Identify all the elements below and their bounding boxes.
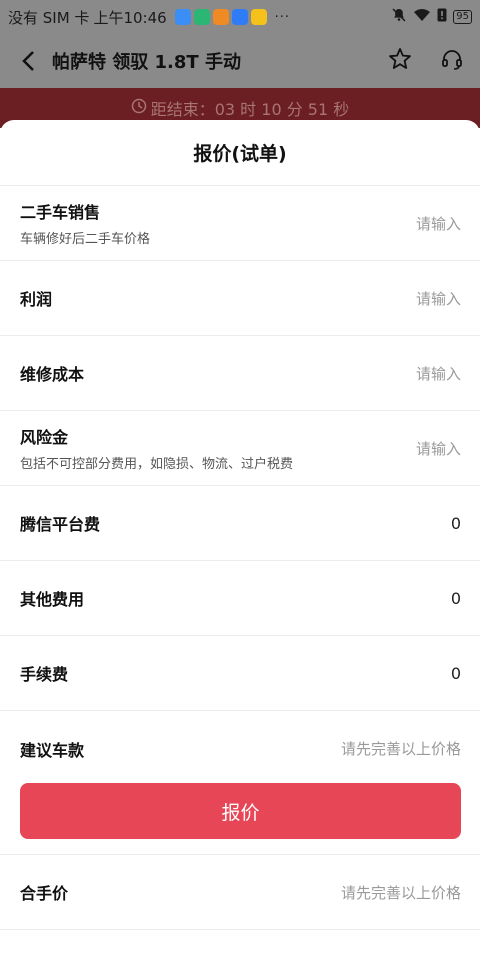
star-icon[interactable]: [388, 47, 412, 75]
carrier-text: 没有 SIM 卡: [8, 8, 90, 27]
sim-alert-icon: [437, 8, 447, 26]
notification-app-icons: [174, 9, 267, 25]
row-text: 合手价: [20, 880, 68, 904]
row-text: 腾信平台费: [20, 511, 100, 535]
form-row-final-price: 合手价 请先完善以上价格: [0, 854, 480, 930]
status-bar: 没有 SIM 卡 上午10:46 ··· 95: [0, 0, 480, 34]
back-arrow-icon[interactable]: [16, 49, 40, 73]
row-text: 其他费用: [20, 586, 84, 610]
app-notification-icon: [174, 9, 191, 25]
app-notification-icon: [193, 9, 210, 25]
row-label: 风险金: [20, 428, 69, 447]
quote-bottom-sheet: 报价(试单) 二手车销售 车辆修好后二手车价格 请输入 利润 请输入 维修成本 …: [0, 120, 480, 960]
row-text: 手续费: [20, 661, 68, 685]
page-title: 帕萨特 领驭 1.8T 手动: [52, 52, 241, 73]
suggested-price-value: 请先完善以上价格: [340, 740, 461, 758]
row-description: 包括不可控部分费用，如隐损、物流、过户税费: [20, 457, 294, 472]
risk-fund-input[interactable]: 请输入: [416, 438, 461, 459]
app-notification-icon: [250, 9, 267, 25]
row-label: 利润: [20, 290, 53, 309]
header-actions: [388, 47, 464, 75]
row-label: 手续费: [20, 665, 69, 684]
status-right: 95: [391, 7, 472, 27]
row-text: 二手车销售 车辆修好后二手车价格: [20, 199, 150, 247]
form-row-other-fees: 其他费用 0: [0, 561, 480, 636]
row-text: 风险金 包括不可控部分费用，如隐损、物流、过户税费: [20, 424, 293, 472]
repair-cost-input[interactable]: 请输入: [416, 363, 461, 384]
row-text: 维修成本: [20, 361, 84, 385]
form-row-platform-fee: 腾信平台费 0: [0, 486, 480, 561]
form-row-handling-fee: 手续费 0: [0, 636, 480, 711]
row-text: 建议车款: [20, 737, 84, 761]
form-row-repair-cost[interactable]: 维修成本 请输入: [0, 336, 480, 411]
row-label: 合手价: [20, 884, 69, 903]
clock-icon: [131, 98, 147, 118]
form-row-suggested-price: 建议车款 请先完善以上价格: [0, 711, 480, 786]
row-label: 腾信平台费: [20, 515, 101, 534]
quote-button[interactable]: 报价: [20, 783, 461, 839]
wifi-icon: [413, 8, 431, 26]
form-row-used-car-sale[interactable]: 二手车销售 车辆修好后二手车价格 请输入: [0, 186, 480, 261]
other-fees-value: 0: [450, 588, 461, 608]
app-notification-icon: [231, 9, 248, 25]
row-description: 车辆修好后二手车价格: [20, 232, 151, 247]
form-row-risk-fund[interactable]: 风险金 包括不可控部分费用，如隐损、物流、过户税费 请输入: [0, 411, 480, 486]
more-notifications-dots: ···: [274, 9, 291, 25]
used-car-sale-input[interactable]: 请输入: [416, 213, 461, 234]
row-label: 二手车销售: [20, 203, 101, 222]
app-notification-icon: [212, 9, 229, 25]
row-text: 利润: [20, 286, 52, 310]
row-label: 维修成本: [20, 365, 85, 384]
handling-fee-value: 0: [450, 663, 461, 683]
profit-input[interactable]: 请输入: [416, 288, 461, 309]
sheet-title: 报价(试单): [0, 120, 480, 186]
status-left: 没有 SIM 卡 上午10:46 ···: [8, 7, 290, 28]
page-header: 帕萨特 领驭 1.8T 手动: [0, 34, 480, 88]
form-row-profit[interactable]: 利润 请输入: [0, 261, 480, 336]
headset-icon[interactable]: [440, 47, 464, 75]
clock-text: 上午10:46: [93, 8, 167, 27]
row-label: 建议车款: [20, 740, 85, 760]
row-label: 其他费用: [20, 590, 85, 609]
platform-fee-value: 0: [450, 513, 461, 533]
battery-icon: 95: [453, 10, 472, 24]
final-price-value: 请先完善以上价格: [340, 883, 461, 902]
countdown-text: 距结束：03 时 10 分 51 秒: [150, 100, 350, 119]
mute-bell-icon: [391, 7, 407, 27]
